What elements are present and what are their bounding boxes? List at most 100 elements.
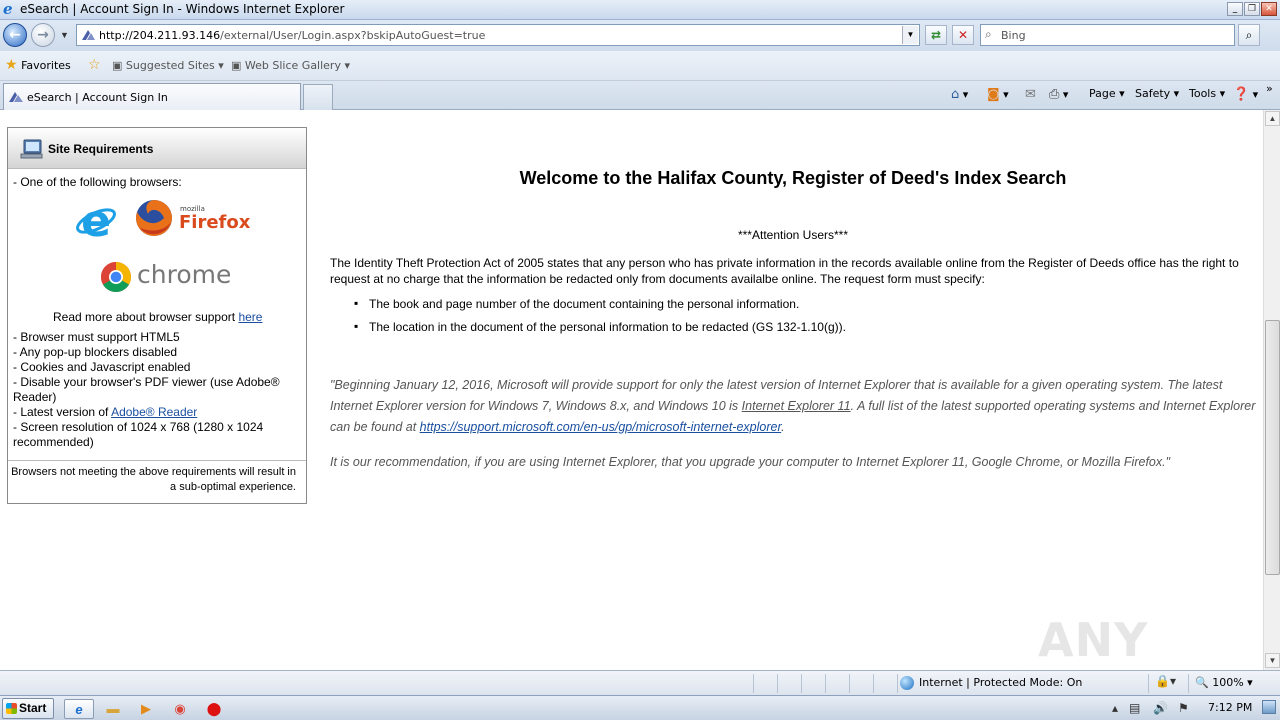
tab-esearch[interactable]: eSearch | Account Sign In — [3, 83, 301, 110]
web-slice-gallery-link[interactable]: ▣ Web Slice Gallery ▾ — [231, 59, 350, 72]
help-button[interactable]: ❓ ▾ — [1233, 87, 1258, 102]
new-tab-button[interactable] — [303, 84, 333, 110]
search-box[interactable]: ⌕ Bing — [980, 24, 1235, 46]
ie-logo-icon: e — [3, 0, 13, 18]
requirements-note: Browsers not meeting the above requireme… — [11, 466, 296, 493]
restore-button[interactable]: ❐ — [1244, 2, 1260, 16]
printer-icon: ⎙ — [1049, 87, 1060, 102]
svg-text:e: e — [81, 200, 111, 242]
page-title: Welcome to the Halifax County, Register … — [519, 168, 1067, 188]
media-player-icon[interactable]: ▶ — [131, 699, 161, 719]
panel-header: Site Requirements — [8, 128, 306, 169]
star-icon: ★ — [5, 57, 18, 73]
page-icon: ▣ — [231, 59, 242, 72]
panel-heading: Site Requirements — [48, 142, 154, 156]
site-favicon-icon — [9, 92, 23, 102]
suggested-sites-link[interactable]: ▣ Suggested Sites ▾ — [112, 59, 224, 72]
print-button[interactable]: ⎙ ▾ — [1049, 87, 1068, 102]
navigation-bar: ← → ▼ http://204.211.93.146/external/Use… — [0, 20, 1280, 51]
page-icon: ▣ — [112, 59, 123, 72]
anyrun-watermark: ANY RUN — [1038, 613, 1151, 670]
back-button[interactable]: ← — [3, 23, 27, 47]
read-more-text: Read more about browser support here — [53, 310, 263, 324]
security-zone[interactable]: Internet | Protected Mode: On — [900, 676, 1082, 690]
mail-icon: ✉ — [1025, 87, 1036, 102]
requirement-list: The book and page number of the document… — [350, 296, 846, 343]
recent-pages-dropdown-icon[interactable]: ▼ — [60, 30, 69, 40]
address-bar[interactable]: http://204.211.93.146/external/User/Logi… — [76, 24, 920, 46]
title-bar: e eSearch | Account Sign In - Windows In… — [0, 0, 1280, 20]
req-pdf-line2: Reader) — [13, 390, 57, 404]
taskbar: Start e ▬ ▶ ◉ ⬤ ▴ ▤ 🔊 ⚑ 7:12 PM — [0, 695, 1280, 720]
protected-mode-icon[interactable]: 🔒▾ — [1155, 674, 1176, 688]
status-bar: Internet | Protected Mode: On 🔒▾ 🔍 100% … — [0, 670, 1280, 695]
microsoft-support-link[interactable]: https://support.microsoft.com/en-us/gp/m… — [420, 420, 781, 434]
req-resolution-line2: recommended) — [13, 435, 94, 449]
firefox-brand: Firefox — [179, 212, 251, 233]
req-cookies: - Cookies and Javascript enabled — [13, 360, 191, 374]
tools-menu[interactable]: Tools ▾ — [1189, 87, 1225, 100]
folder-icon[interactable]: ▬ — [98, 699, 128, 719]
chrome-taskbar-icon[interactable]: ◉ — [165, 699, 195, 719]
start-button[interactable]: Start — [2, 698, 54, 719]
scroll-up-arrow-icon[interactable]: ▲ — [1265, 111, 1280, 126]
search-placeholder: Bing — [1001, 29, 1026, 42]
tab-bar: eSearch | Account Sign In ⌂ ▾ ◙ ▾ ✉ ⎙ ▾ … — [0, 81, 1280, 110]
clock[interactable]: 7:12 PM — [1208, 701, 1252, 714]
search-provider-icon: ⌕ — [985, 27, 992, 41]
chrome-brand: chrome — [137, 260, 232, 289]
req-pdf-line1: - Disable your browser's PDF viewer (use… — [13, 375, 280, 389]
search-button[interactable]: ⌕ — [1238, 24, 1260, 46]
internet-explorer-logo: e — [76, 200, 116, 242]
address-url[interactable]: http://204.211.93.146/external/User/Logi… — [99, 29, 485, 42]
home-button[interactable]: ⌂ ▾ — [951, 87, 968, 102]
browser-support-link[interactable]: here — [238, 310, 262, 324]
network-icon[interactable]: ▤ — [1129, 701, 1140, 715]
stop-sign-icon[interactable]: ⬤ — [199, 699, 229, 719]
show-desktop-button[interactable] — [1262, 700, 1276, 714]
action-center-flag-icon[interactable]: ⚑ — [1178, 701, 1189, 715]
site-requirements-panel: Site Requirements - One of the following… — [7, 127, 307, 504]
microsoft-support-quote: "Beginning January 12, 2016, Microsoft w… — [330, 378, 1256, 434]
zoom-level[interactable]: 🔍 100% ▾ — [1195, 676, 1253, 689]
rss-icon: ◙ — [987, 87, 1000, 102]
computer-icon — [20, 139, 43, 159]
vertical-scrollbar[interactable]: ▲ ▼ — [1263, 110, 1280, 670]
favorites-button[interactable]: ★ Favorites — [5, 57, 71, 73]
browsers-intro: - One of the following browsers: — [13, 175, 182, 189]
attention-heading: ***Attention Users*** — [737, 228, 849, 242]
minimize-button[interactable]: _ — [1227, 2, 1243, 16]
panel-footer: Browsers not meeting the above requireme… — [8, 460, 306, 493]
page-content: Site Requirements - One of the following… — [0, 110, 1263, 670]
internet-explorer-taskbar-icon[interactable]: e — [64, 699, 94, 719]
site-favicon-icon — [82, 30, 95, 40]
globe-icon — [900, 676, 914, 690]
internet-explorer-11-link[interactable]: Internet Explorer 11 — [742, 399, 851, 413]
firefox-logo — [135, 200, 172, 236]
volume-icon[interactable]: 🔊 — [1153, 701, 1168, 715]
chrome-logo — [100, 262, 132, 293]
read-mail-button[interactable]: ✉ — [1025, 87, 1036, 102]
address-dropdown-icon[interactable]: ▼ — [902, 26, 918, 44]
favorites-bar: ★ Favorites ☆ ▣ Suggested Sites ▾ ▣ Web … — [0, 51, 1280, 81]
req-resolution-line1: - Screen resolution of 1024 x 768 (1280 … — [13, 420, 264, 434]
tray-expand-icon[interactable]: ▴ — [1112, 701, 1118, 715]
windows-logo-icon — [6, 703, 17, 714]
add-to-favorites-bar-icon[interactable]: ☆ — [88, 57, 101, 73]
identity-theft-paragraph: The Identity Theft Protection Act of 200… — [330, 256, 1239, 286]
safety-menu[interactable]: Safety ▾ — [1135, 87, 1179, 100]
window-title: eSearch | Account Sign In - Windows Inte… — [20, 2, 345, 16]
home-icon: ⌂ — [951, 87, 960, 102]
chevron-more-icon[interactable]: » — [1266, 82, 1273, 95]
compatibility-view-icon[interactable]: ⇄ — [925, 25, 947, 45]
forward-button[interactable]: → — [31, 23, 55, 47]
close-window-button[interactable]: ✕ — [1261, 2, 1277, 16]
stop-button[interactable]: ✕ — [952, 25, 974, 45]
req-html5: - Browser must support HTML5 — [13, 330, 180, 344]
page-menu[interactable]: Page ▾ — [1089, 87, 1125, 100]
scroll-down-arrow-icon[interactable]: ▼ — [1265, 653, 1280, 668]
feeds-button[interactable]: ◙ ▾ — [987, 87, 1009, 102]
req-adobe: - Latest version of Adobe® Reader — [13, 405, 198, 419]
adobe-reader-link[interactable]: Adobe® Reader — [111, 405, 197, 419]
scroll-thumb[interactable] — [1265, 320, 1280, 575]
